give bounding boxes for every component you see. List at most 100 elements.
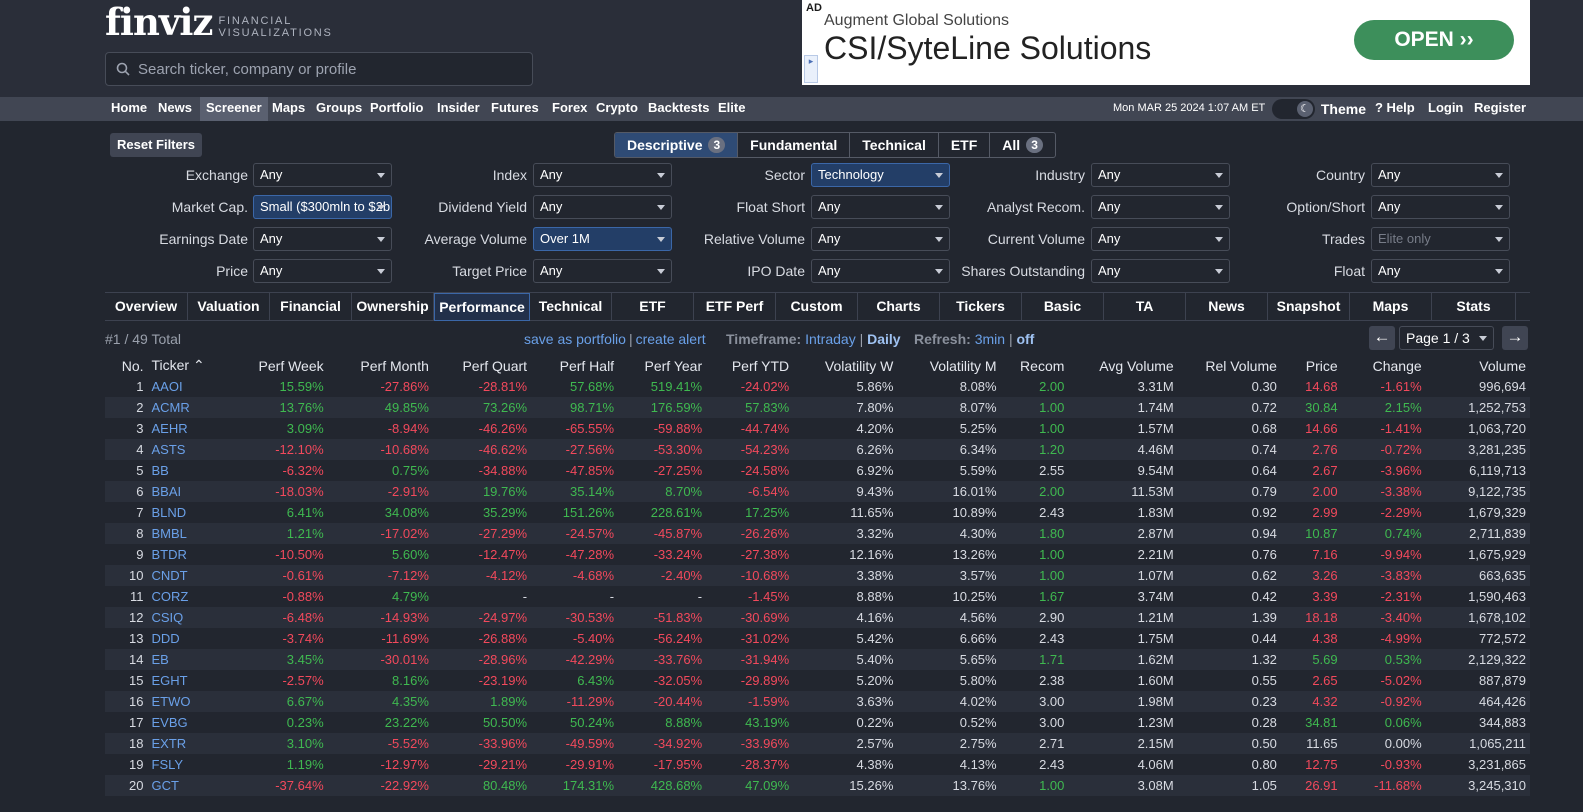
filter-tab-technical[interactable]: Technical [850, 133, 939, 157]
ad-info-icon[interactable]: ▸ [804, 55, 818, 83]
filter-select-option-short[interactable]: Any [1371, 195, 1510, 219]
view-tab-maps[interactable]: Maps [1350, 293, 1432, 321]
col-header-perf-week[interactable]: Perf Week [230, 355, 327, 376]
filter-tab-fundamental[interactable]: Fundamental [738, 133, 851, 157]
ticker-link[interactable]: CNDT [148, 565, 231, 586]
filter-select-float-short[interactable]: Any [811, 195, 950, 219]
ticker-link[interactable]: EXTR [148, 733, 231, 754]
table-row[interactable]: 13 DDD -3.74% -11.69% -26.88% -5.40% -56.24% -3… [105, 628, 1530, 649]
table-row[interactable]: 18 EXTR 3.10% -5.52% -33.96% -49.59% -34.92% -3… [105, 733, 1530, 754]
table-row[interactable]: 10 CNDT -0.61% -7.12% -4.12% -4.68% -2.40% -10.… [105, 565, 1530, 586]
table-row[interactable]: 4 ASTS -12.10% -10.68% -46.62% -27.56% -53.30%… [105, 439, 1530, 460]
col-header-rel-volume[interactable]: Rel Volume [1178, 355, 1281, 376]
col-header-volume[interactable]: Volume [1426, 355, 1530, 376]
filter-tab-descriptive[interactable]: Descriptive 3 [615, 133, 739, 157]
col-header-perf-ytd[interactable]: Perf YTD [706, 355, 793, 376]
view-tab-stats[interactable]: Stats [1432, 293, 1516, 321]
ticker-link[interactable]: EVBG [148, 712, 231, 733]
col-header-price[interactable]: Price [1281, 355, 1342, 376]
filter-select-market-cap[interactable]: Small ($300mln to $2bln) [253, 195, 392, 219]
filter-select-sector[interactable]: Technology [811, 163, 950, 187]
filter-select-trades[interactable]: Elite only [1371, 227, 1510, 251]
col-header-volatility-w[interactable]: Volatility W [793, 355, 897, 376]
help-link[interactable]: ? Help [1375, 97, 1415, 119]
table-row[interactable]: 9 BTDR -10.50% 5.60% -12.47% -47.28% -33.24% -2… [105, 544, 1530, 565]
col-header-recom[interactable]: Recom [1001, 355, 1069, 376]
filter-select-target-price[interactable]: Any [533, 259, 672, 283]
nav-news[interactable]: News [152, 97, 198, 121]
table-row[interactable]: 5 BB -6.32% 0.75% -34.88% -47.85% -27.25% -24.5… [105, 460, 1530, 481]
filter-select-earnings-date[interactable]: Any [253, 227, 392, 251]
col-header-change[interactable]: Change [1342, 355, 1426, 376]
nav-insider[interactable]: Insider [431, 97, 486, 121]
table-row[interactable]: 7 BLND 6.41% 34.08% 35.29% 151.26% 228.61% 17.2… [105, 502, 1530, 523]
col-header-volatility-m[interactable]: Volatility M [897, 355, 1000, 376]
search-box[interactable] [105, 52, 533, 86]
prev-page-button[interactable]: ← [1369, 326, 1395, 350]
filter-select-exchange[interactable]: Any [253, 163, 392, 187]
col-header-perf-half[interactable]: Perf Half [531, 355, 618, 376]
refresh-off[interactable]: off [1016, 331, 1034, 347]
view-tab-basic[interactable]: Basic [1022, 293, 1104, 321]
filter-select-relative-volume[interactable]: Any [811, 227, 950, 251]
table-row[interactable]: 8 BMBL 1.21% -17.02% -27.29% -24.57% -45.87% -2… [105, 523, 1530, 544]
filter-select-current-volume[interactable]: Any [1091, 227, 1230, 251]
view-tab-performance[interactable]: Performance [434, 293, 530, 321]
table-row[interactable]: 2 ACMR 13.76% 49.85% 73.26% 98.71% 176.59% 57.8… [105, 397, 1530, 418]
ticker-link[interactable]: BBAI [148, 481, 231, 502]
login-link[interactable]: Login [1428, 97, 1463, 119]
create-alert-link[interactable]: create alert [636, 331, 706, 347]
ticker-link[interactable]: BMBL [148, 523, 231, 544]
col-header-no[interactable]: No. [105, 355, 148, 376]
col-header-perf-month[interactable]: Perf Month [328, 355, 433, 376]
table-row[interactable]: 17 EVBG 0.23% 23.22% 50.50% 50.24% 8.88% 43.19%… [105, 712, 1530, 733]
ticker-link[interactable]: ETWO [148, 691, 231, 712]
view-tab-charts[interactable]: Charts [858, 293, 940, 321]
col-header-ticker[interactable]: Ticker ⌃ [148, 355, 231, 376]
search-input[interactable] [138, 60, 518, 78]
col-header-avg-volume[interactable]: Avg Volume [1068, 355, 1177, 376]
reset-filters-button[interactable]: Reset Filters [110, 133, 203, 157]
filter-select-country[interactable]: Any [1371, 163, 1510, 187]
filter-select-float[interactable]: Any [1371, 259, 1510, 283]
next-page-button[interactable]: → [1502, 326, 1528, 350]
filter-select-price[interactable]: Any [253, 259, 392, 283]
view-tab-custom[interactable]: Custom [776, 293, 858, 321]
ticker-link[interactable]: BB [148, 460, 231, 481]
theme-switch[interactable]: ☾ [1272, 99, 1315, 119]
table-row[interactable]: 14 EB 3.45% -30.01% -28.96% -42.29% -33.76% -31… [105, 649, 1530, 670]
view-tab-technical[interactable]: Technical [530, 293, 612, 321]
nav-elite[interactable]: Elite [712, 97, 751, 121]
view-tab-etf-perf[interactable]: ETF Perf [694, 293, 776, 321]
view-tab-financial[interactable]: Financial [270, 293, 352, 321]
table-row[interactable]: 19 FSLY 1.19% -12.97% -29.21% -29.91% -17.95% -… [105, 754, 1530, 775]
nav-screener[interactable]: Screener [200, 97, 268, 121]
view-tab-tickers[interactable]: Tickers [940, 293, 1022, 321]
filter-select-index[interactable]: Any [533, 163, 672, 187]
ad-banner[interactable]: AD Augment Global Solutions CSI/SyteLine… [802, 0, 1530, 85]
table-row[interactable]: 1 AAOI 15.59% -27.86% -28.81% 57.68% 519.41% -2… [105, 376, 1530, 397]
ticker-link[interactable]: EGHT [148, 670, 231, 691]
table-row[interactable]: 16 ETWO 6.67% 4.35% 1.89% -11.29% -20.44% -1.59… [105, 691, 1530, 712]
table-row[interactable]: 3 AEHR 3.09% -8.94% -46.26% -65.55% -59.88% -44… [105, 418, 1530, 439]
nav-futures[interactable]: Futures [485, 97, 545, 121]
nav-forex[interactable]: Forex [546, 97, 593, 121]
ad-open-button[interactable]: OPEN ›› [1354, 20, 1514, 60]
nav-maps[interactable]: Maps [266, 97, 311, 121]
table-row[interactable]: 6 BBAI -18.03% -2.91% 19.76% 35.14% 8.70% -6.54… [105, 481, 1530, 502]
table-row[interactable]: 20 GCT -37.64% -22.92% 80.48% 174.31% 428.68% 4… [105, 775, 1530, 796]
ticker-link[interactable]: DDD [148, 628, 231, 649]
filter-select-average-volume[interactable]: Over 1M [533, 227, 672, 251]
theme-toggle[interactable]: ☾ Theme [1272, 98, 1366, 120]
page-select[interactable]: Page 1 / 3 [1399, 326, 1494, 350]
nav-home[interactable]: Home [105, 97, 153, 121]
timeframe-daily[interactable]: Daily [867, 331, 900, 347]
view-tab-etf[interactable]: ETF [612, 293, 694, 321]
table-row[interactable]: 12 CSIQ -6.48% -14.93% -24.97% -30.53% -51.83%… [105, 607, 1530, 628]
ticker-link[interactable]: ACMR [148, 397, 231, 418]
filter-select-ipo-date[interactable]: Any [811, 259, 950, 283]
ticker-link[interactable]: GCT [148, 775, 231, 796]
view-tab-news[interactable]: News [1186, 293, 1268, 321]
filter-tab-all[interactable]: All 3 [990, 133, 1055, 157]
nav-crypto[interactable]: Crypto [590, 97, 644, 121]
